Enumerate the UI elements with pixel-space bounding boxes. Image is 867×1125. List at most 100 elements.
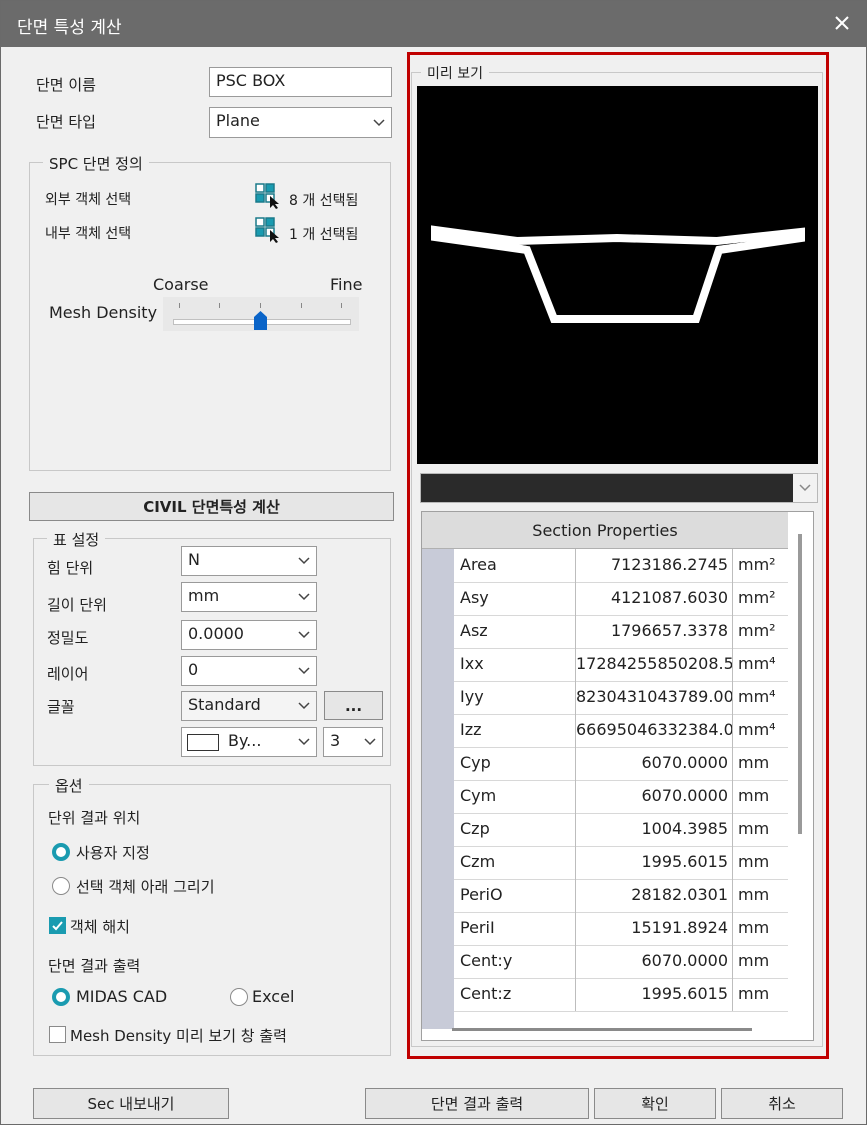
table-row[interactable]: Cym 6070.0000 mm [454,780,788,814]
table-row[interactable]: Asz 1796657.3378 mm² [454,615,788,649]
property-name: Cyp [454,747,576,780]
property-name: Cent:z [454,978,576,1011]
property-value: 4121087.6030 [576,582,733,615]
color-value: By... [228,731,262,750]
length-unit-label: 길이 단위 [47,596,107,614]
mesh-preview-label: Mesh Density 미리 보기 창 출력 [70,1027,287,1045]
radio-draw-below[interactable] [52,877,70,895]
hatch-label: 객체 해치 [70,918,130,936]
slider-thumb[interactable] [253,311,267,330]
preview-canvas[interactable] [417,86,818,464]
font-select[interactable]: Standard [181,691,317,721]
size-select[interactable]: 3 [323,727,383,757]
property-value: 1995.6015 [576,846,733,879]
civil-calc-button[interactable]: CIVIL 단면특성 계산 [29,492,394,521]
section-type-select[interactable]: Plane [209,107,392,138]
slider-tick [301,303,302,308]
chevron-down-icon [292,547,316,575]
chevron-down-icon [292,583,316,611]
property-value: 1796657.3378 [576,615,733,648]
inner-count: 1 개 선택됨 [289,227,359,243]
output-label: 단면 결과 출력 [48,957,141,975]
table-row[interactable]: PeriI 15191.8924 mm [454,912,788,946]
fine-label: Fine [330,275,363,294]
properties-table[interactable]: Section Properties Area 7123186.2745 mm² As… [421,511,814,1041]
checkmark-icon [52,921,63,931]
spc-group-title: SPC 단면 정의 [43,153,149,174]
property-value: 8230431043789.0000 [576,681,733,714]
mesh-density-slider[interactable] [163,297,359,331]
table-row[interactable]: Iyy8230431043789.0000 mm⁴ [454,681,788,715]
slider-tick [179,303,180,308]
select-objects-icon[interactable] [255,217,281,243]
property-value: 28182.0301 [576,879,733,912]
length-unit-value: mm [188,586,220,605]
precision-label: 정밀도 [47,629,89,647]
table-row[interactable]: Cyp 6070.0000 mm [454,747,788,781]
box-girder-shape [431,225,805,323]
property-unit: mm⁴ [738,654,776,673]
radio-midas-cad-label: MIDAS CAD [76,987,168,1006]
slider-tick [219,303,220,308]
force-unit-label: 힘 단위 [47,559,94,577]
property-value: 6070.0000 [576,780,733,813]
property-name: Czm [454,846,576,879]
layer-value: 0 [188,660,199,679]
cancel-button[interactable]: 취소 [721,1088,843,1119]
color-select[interactable]: By... [181,727,317,757]
sec-export-button[interactable]: Sec 내보내기 [33,1088,229,1119]
preview-title: 미리 보기 [421,63,489,83]
property-value: 66695046332384.0... [576,714,733,747]
force-unit-select[interactable]: N [181,546,317,576]
property-value: 7123186.2745 [576,549,733,582]
table-row[interactable]: Cent:z 1995.6015 mm [454,978,788,1012]
row-header-strip [422,549,454,1029]
radio-excel[interactable] [230,988,248,1006]
precision-select[interactable]: 0.0000 [181,620,317,650]
length-unit-select[interactable]: mm [181,582,317,612]
radio-excel-label: Excel [252,987,295,1006]
horizontal-scrollbar[interactable] [452,1028,752,1031]
table-row[interactable]: Cent:y 6070.0000 mm [454,945,788,979]
chevron-down-icon [292,728,316,756]
mesh-density-label: Mesh Density [49,303,158,322]
hatch-checkbox[interactable] [49,917,66,934]
preview-select[interactable] [420,473,818,503]
property-unit: mm² [738,555,776,574]
table-row[interactable]: Czp 1004.3985 mm [454,813,788,847]
property-unit: mm [738,786,770,805]
layer-select[interactable]: 0 [181,656,317,686]
precision-value: 0.0000 [188,624,244,643]
section-name-input[interactable]: PSC BOX [209,67,392,97]
table-row[interactable]: Asy 4121087.6030 mm² [454,582,788,616]
table-row[interactable]: Ixx 17284255850208.5... mm⁴ [454,648,788,682]
table-row[interactable]: Area 7123186.2745 mm² [454,549,788,583]
font-label: 글꼴 [47,698,75,716]
font-more-button[interactable]: ... [324,691,383,720]
table-row[interactable]: Czm 1995.6015 mm [454,846,788,880]
mesh-preview-checkbox[interactable] [49,1026,66,1043]
property-value: 1004.3985 [576,813,733,846]
select-objects-icon[interactable] [255,183,281,209]
property-name: Iyy [454,681,576,714]
chevron-down-icon [367,108,391,137]
radio-midas-cad[interactable] [52,988,70,1006]
section-type-label: 단면 타입 [36,113,96,131]
property-name: Area [454,549,576,582]
property-value: 6070.0000 [576,747,733,780]
force-unit-value: N [188,550,200,569]
ok-button[interactable]: 확인 [594,1088,716,1119]
close-icon[interactable] [828,9,856,37]
output-results-button[interactable]: 단면 결과 출력 [365,1088,589,1119]
property-name: Czp [454,813,576,846]
chevron-down-icon [292,692,316,720]
table-settings-title: 표 설정 [47,529,106,550]
property-unit: mm [738,852,770,871]
property-value: 17284255850208.5... [576,648,733,681]
table-row[interactable]: Izz 66695046332384.0... mm⁴ [454,714,788,748]
table-row[interactable]: PeriO 28182.0301 mm [454,879,788,913]
property-name: Asy [454,582,576,615]
radio-draw-below-label: 선택 객체 아래 그리기 [76,878,215,896]
vertical-scrollbar[interactable] [798,534,802,834]
radio-user-defined[interactable] [52,843,70,861]
